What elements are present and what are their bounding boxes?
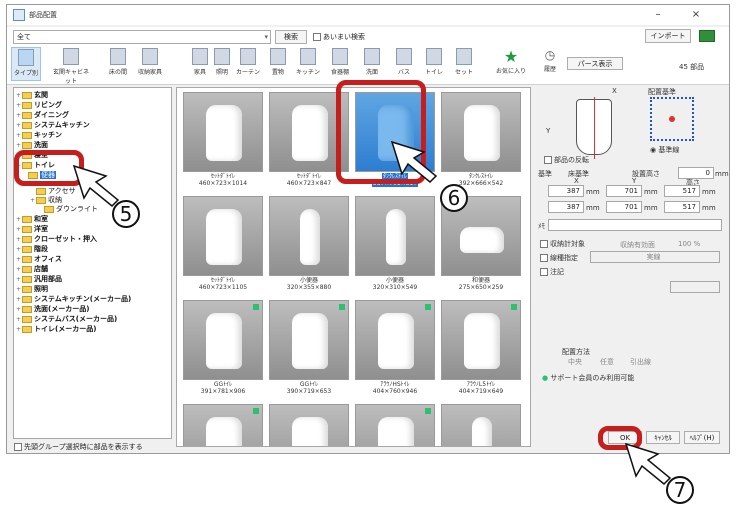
step-callout-7: 7 [666,476,694,504]
pointer-arrow-icon [72,164,120,208]
pointer-arrow-icon [390,140,438,184]
step-callout-6: 6 [440,184,468,212]
pointer-arrow-icon [624,442,672,486]
pointer-arrows [72,140,672,486]
step-callout-5: 5 [112,200,140,228]
